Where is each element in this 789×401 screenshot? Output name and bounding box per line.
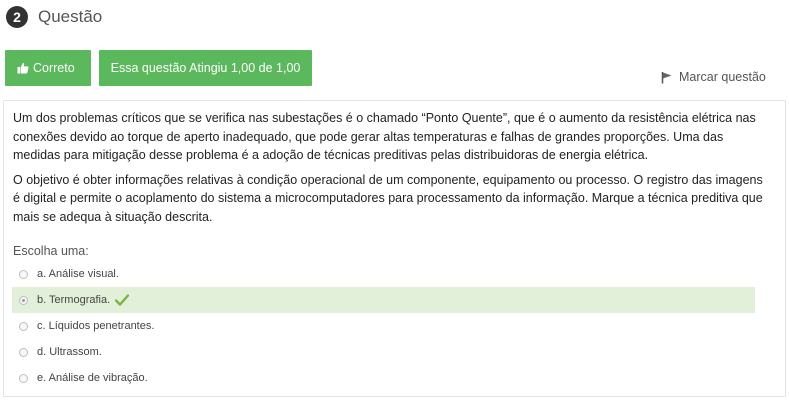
answer-radio-b[interactable] bbox=[19, 295, 28, 305]
check-icon bbox=[115, 294, 130, 306]
answer-prompt: Escolha uma: bbox=[13, 244, 89, 258]
answer-label-d: d. Ultrassom. bbox=[37, 346, 102, 358]
answer-list: a. Análise visual. b. Termografia. c. Lí… bbox=[12, 261, 755, 391]
status-label: Correto bbox=[33, 61, 75, 75]
question-title: Questão bbox=[38, 7, 103, 26]
answer-option-b[interactable]: b. Termografia. bbox=[12, 287, 755, 313]
grade-badge: Essa questão Atingiu 1,00 de 1,00 bbox=[99, 50, 312, 86]
flag-icon bbox=[661, 71, 672, 83]
answer-radio-a[interactable] bbox=[19, 269, 28, 279]
answer-option-d[interactable]: d. Ultrassom. bbox=[12, 339, 755, 365]
thumbs-up-icon bbox=[17, 62, 29, 74]
flag-question-label: Marcar questão bbox=[679, 70, 766, 84]
question-number-badge: 2 bbox=[6, 6, 28, 28]
answer-label-b: b. Termografia. bbox=[37, 294, 111, 306]
status-badge: Correto bbox=[5, 50, 91, 86]
answer-label-e: e. Análise de vibração. bbox=[37, 372, 148, 384]
answer-option-a[interactable]: a. Análise visual. bbox=[12, 261, 755, 287]
answer-radio-c[interactable] bbox=[19, 321, 28, 331]
answer-option-e[interactable]: e. Análise de vibração. bbox=[12, 365, 755, 391]
question-header: 2 Questão bbox=[6, 6, 102, 28]
answer-radio-e[interactable] bbox=[19, 373, 28, 383]
answer-label-a: a. Análise visual. bbox=[37, 268, 119, 280]
question-content: Um dos problemas críticos que se verific… bbox=[3, 100, 786, 397]
flag-question-link[interactable]: Marcar questão bbox=[661, 70, 766, 84]
answer-radio-d[interactable] bbox=[19, 347, 28, 357]
question-paragraph-2: O objetivo é obter informações relativas… bbox=[13, 172, 763, 224]
answer-label-c: c. Líquidos penetrantes. bbox=[37, 320, 155, 332]
question-text: Um dos problemas críticos que se verific… bbox=[13, 109, 765, 232]
answer-option-c[interactable]: c. Líquidos penetrantes. bbox=[12, 313, 755, 339]
question-paragraph-1: Um dos problemas críticos que se verific… bbox=[13, 111, 756, 162]
